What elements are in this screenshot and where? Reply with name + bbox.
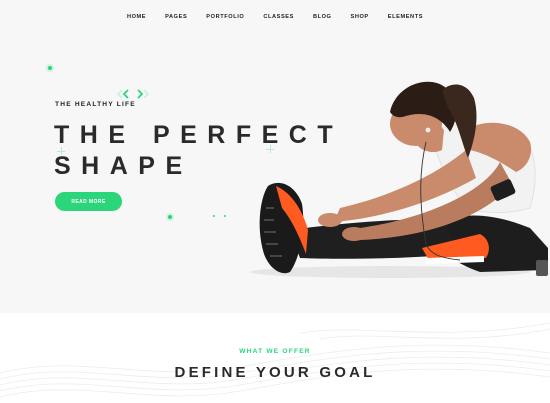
nav-item-blog[interactable]: BLOG (313, 12, 332, 22)
athlete-stretching-image (250, 81, 548, 278)
offer-section: WHAT WE OFFER DEFINE YOUR GOAL (0, 313, 550, 403)
page: HOME PAGES PORTFOLIO CLASSES BLOG SHOP E… (0, 0, 550, 403)
main-nav: HOME PAGES PORTFOLIO CLASSES BLOG SHOP E… (0, 12, 550, 22)
hero-eyebrow: THE HEALTHY LIFE (55, 101, 136, 108)
nav-item-elements[interactable]: ELEMENTS (388, 12, 423, 22)
offer-title: DEFINE YOUR GOAL (174, 364, 376, 381)
nav-item-pages[interactable]: PAGES (165, 12, 187, 22)
wave-pattern-background (0, 322, 550, 398)
nav-item-portfolio[interactable]: PORTFOLIO (206, 12, 244, 22)
decor-dot (224, 215, 226, 217)
decor-dot (213, 215, 215, 217)
decor-dot (168, 215, 172, 219)
nav-item-classes[interactable]: CLASSES (263, 12, 294, 22)
nav-item-home[interactable]: HOME (127, 12, 146, 22)
read-more-button[interactable]: READ MORE (55, 192, 122, 211)
nav-item-shop[interactable]: SHOP (351, 12, 369, 22)
decor-dot (48, 66, 52, 70)
chevrons-icon (116, 89, 150, 99)
offer-kicker: WHAT WE OFFER (239, 348, 311, 355)
